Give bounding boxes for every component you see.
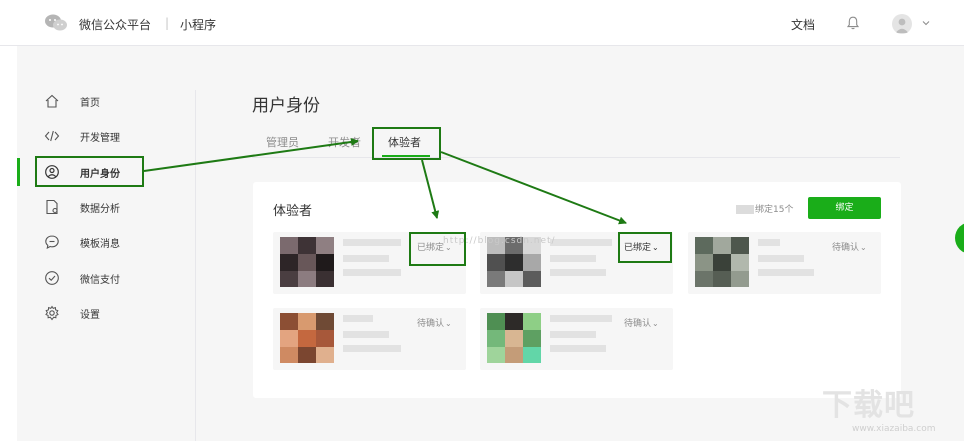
masked-nickname: [758, 239, 780, 246]
masked-info: [550, 269, 606, 276]
sidebar-divider: [195, 90, 196, 441]
tester-item: 待确认⌄: [480, 308, 673, 370]
tester-status[interactable]: 待确认⌄: [624, 316, 659, 329]
masked-nickname: [550, 239, 612, 246]
chevron-down-icon[interactable]: [920, 17, 932, 29]
sidebar-item-label: 模板消息: [80, 239, 120, 250]
sidebar-item-template-message[interactable]: 模板消息: [17, 231, 195, 253]
code-icon: [44, 130, 60, 142]
tab-bar: 管理员 开发者 体验者: [252, 128, 900, 158]
gear-icon: [45, 305, 59, 321]
masked-info: [343, 331, 389, 338]
chevron-down-icon: ⌄: [445, 319, 452, 328]
tester-photo: [695, 237, 749, 287]
annotation-box-status-2: [618, 232, 672, 263]
tester-status[interactable]: 待确认⌄: [417, 316, 452, 329]
tester-photo: [487, 313, 541, 363]
chevron-down-icon: ⌄: [860, 243, 867, 252]
chevron-down-icon: ⌄: [652, 319, 659, 328]
sidebar-item-label: 微信支付: [80, 275, 120, 286]
masked-info: [550, 331, 596, 338]
file-chart-icon: [46, 199, 58, 215]
masked-info: [343, 269, 401, 276]
masked-info: [343, 345, 401, 352]
tester-status-label: 待确认: [624, 319, 652, 329]
avatar[interactable]: [892, 14, 912, 34]
bind-count-label: 绑定15个: [755, 205, 794, 215]
page-title: 用户身份: [252, 96, 320, 116]
bell-icon[interactable]: [845, 15, 861, 31]
sidebar-item-data-analysis[interactable]: 数据分析: [17, 196, 195, 218]
tab-admin[interactable]: 管理员: [266, 134, 299, 150]
tester-photo: [280, 237, 334, 287]
bind-count: 绑定15个: [736, 202, 793, 215]
home-icon: [45, 94, 59, 108]
card-title: 体验者: [273, 204, 313, 219]
annotation-box-sidebar: [35, 156, 144, 187]
brand-name[interactable]: 微信公众平台: [79, 16, 151, 33]
masked-text: [736, 205, 754, 214]
annotation-box-status-1: [409, 232, 466, 266]
tester-status-label: 待确认: [832, 243, 860, 253]
active-indicator: [17, 158, 20, 186]
user-silhouette-icon: [895, 18, 909, 33]
chat-icon: [45, 235, 59, 250]
tab-developer[interactable]: 开发者: [328, 134, 361, 150]
sidebar-item-label: 数据分析: [80, 204, 120, 215]
top-bar: 微信公众平台 | 小程序 文档: [0, 0, 964, 46]
tester-item: 待确认⌄: [273, 308, 466, 370]
docs-link[interactable]: 文档: [791, 16, 815, 33]
masked-info: [758, 255, 804, 262]
masked-info: [343, 255, 389, 262]
product-name: 小程序: [180, 18, 217, 32]
tester-photo: [280, 313, 334, 363]
masked-nickname: [343, 315, 373, 322]
sidebar: 首页 开发管理 用户身份 数据分析 模板消息 微信支付 设置: [17, 72, 195, 395]
masked-info: [550, 345, 606, 352]
masked-nickname: [550, 315, 612, 322]
tester-item: 待确认⌄: [688, 232, 881, 294]
masked-info: [550, 255, 596, 262]
bind-button[interactable]: 绑定: [808, 197, 881, 219]
sidebar-item-label: 设置: [80, 310, 100, 321]
check-circle-icon: [45, 271, 59, 285]
annotation-box-tab: [372, 127, 441, 160]
tester-status-label: 待确认: [417, 319, 445, 329]
site-watermark-url: www.xiazaiba.com: [852, 424, 936, 434]
masked-nickname: [343, 239, 401, 246]
sidebar-item-label: 首页: [80, 98, 100, 109]
sidebar-item-home[interactable]: 首页: [17, 90, 195, 112]
tester-status[interactable]: 待确认⌄: [832, 240, 867, 253]
masked-info: [758, 269, 814, 276]
site-watermark-logo: 下载吧: [822, 388, 915, 423]
brand-separator: |: [165, 16, 170, 30]
sidebar-item-settings[interactable]: 设置: [17, 302, 195, 324]
sidebar-item-wechat-pay[interactable]: 微信支付: [17, 267, 195, 289]
wechat-logo-icon[interactable]: [44, 13, 68, 33]
sidebar-item-dev-management[interactable]: 开发管理: [17, 125, 195, 147]
sidebar-item-label: 开发管理: [80, 133, 120, 144]
